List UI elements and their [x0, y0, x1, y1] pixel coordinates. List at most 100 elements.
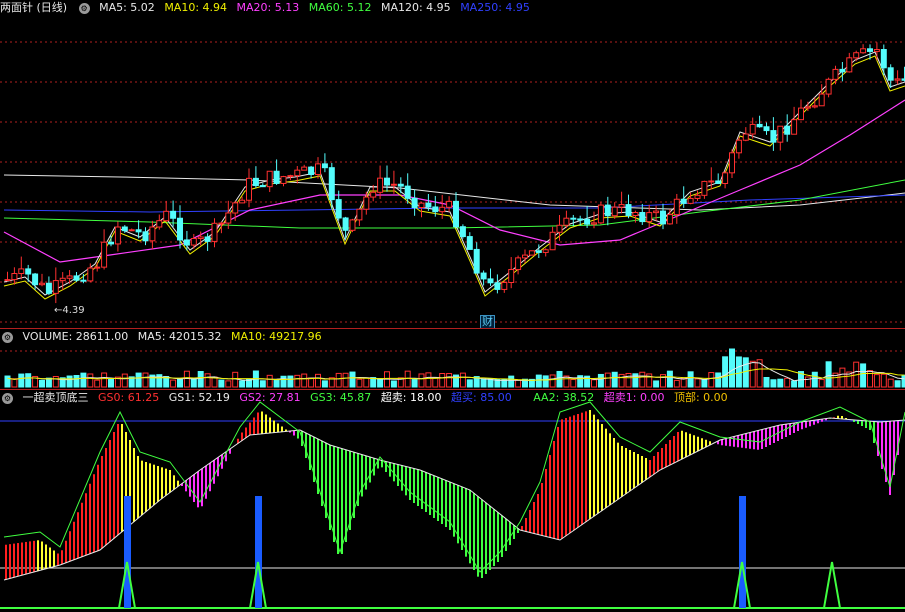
- candle-body: [611, 206, 618, 217]
- candle-body: [818, 93, 825, 107]
- candle-body: [770, 130, 777, 143]
- volume-bar: [708, 372, 715, 388]
- volume-bar: [280, 375, 287, 388]
- settings-gear-icon[interactable]: ⚙: [78, 2, 90, 14]
- candle-body: [694, 194, 701, 199]
- candle-body: [473, 248, 480, 274]
- candle-body: [411, 197, 418, 208]
- volume-bar: [39, 379, 45, 388]
- candle-body: [577, 218, 584, 221]
- finance-event-badge[interactable]: 财: [480, 315, 495, 329]
- candle-body: [660, 210, 666, 225]
- candle-body: [252, 177, 259, 187]
- candle-body: [528, 250, 535, 256]
- gs3-label: GS3: 45.87: [310, 391, 372, 404]
- candle-body: [494, 282, 501, 290]
- oversold1-label: 超卖1: 0.00: [603, 391, 665, 404]
- volume-panel[interactable]: ⚙ VOLUME: 28611.00 MA5: 42015.32 MA10: 4…: [0, 329, 905, 389]
- candle-body: [798, 107, 804, 121]
- volume-bar: [335, 372, 342, 388]
- candle-body: [232, 202, 239, 214]
- volume-bar: [321, 380, 328, 388]
- volume-bar: [218, 379, 225, 388]
- candle-body: [432, 206, 439, 213]
- oversold-label: 超卖: 18.00: [380, 391, 442, 404]
- candle-body: [535, 250, 542, 253]
- candle-body: [880, 49, 887, 69]
- ma250-label: MA250: 4.95: [460, 1, 530, 14]
- candle-body: [225, 212, 232, 224]
- signal-bar: [124, 496, 131, 608]
- volume-bar: [729, 348, 735, 388]
- candle-body: [370, 191, 377, 198]
- candle-body: [73, 275, 80, 281]
- volume-bar: [197, 371, 204, 388]
- volume-bar: [73, 375, 80, 388]
- volume-bar: [239, 380, 246, 388]
- candle-body: [94, 266, 101, 269]
- candle-body: [832, 68, 839, 80]
- candle-body: [466, 236, 473, 250]
- signal-bar: [255, 496, 262, 608]
- candle-body: [404, 185, 411, 199]
- candle-body: [266, 170, 273, 188]
- top-label: 顶部: 0.00: [673, 391, 728, 404]
- candle-body: [804, 106, 811, 109]
- candle-body: [384, 177, 390, 186]
- candle-body: [708, 180, 715, 183]
- ma5-line: [3, 51, 905, 296]
- candle-body: [390, 183, 397, 186]
- candle-body: [246, 177, 252, 201]
- volume-bar: [190, 378, 197, 388]
- volume-bar: [542, 375, 549, 388]
- volume-bar: [411, 378, 418, 388]
- volume-bar: [604, 372, 611, 388]
- candle-body: [183, 239, 190, 246]
- candle-body: [18, 268, 25, 275]
- candle-body: [763, 126, 770, 132]
- candle-body: [301, 166, 308, 171]
- candle-body: [259, 185, 266, 188]
- candlestick-chart[interactable]: [0, 0, 905, 328]
- candle-body: [66, 275, 73, 279]
- candle-body: [597, 204, 604, 224]
- candle-body: [80, 279, 87, 282]
- candle-body: [853, 52, 860, 59]
- volume-bar: [25, 373, 32, 388]
- settings-gear-icon[interactable]: ⚙: [2, 392, 13, 404]
- candle-body: [542, 249, 549, 253]
- settings-gear-icon[interactable]: ⚙: [2, 331, 13, 343]
- volume-bar: [45, 377, 52, 388]
- candle-body: [280, 176, 287, 184]
- volume-bar: [349, 371, 356, 388]
- ma120-label: MA120: 4.95: [380, 1, 451, 14]
- candle-body: [742, 133, 749, 141]
- candle-body: [867, 48, 873, 52]
- candle-body: [729, 152, 735, 174]
- volume-bar: [887, 378, 894, 388]
- volume-bar: [404, 370, 411, 388]
- volume-bar: [390, 380, 397, 388]
- volume-bar: [259, 380, 266, 388]
- volume-label: VOLUME: 28611.00: [22, 330, 129, 343]
- candle-body: [701, 180, 708, 196]
- candle-body: [321, 163, 328, 169]
- gs1-label: GS1: 52.19: [168, 391, 230, 404]
- volume-bar: [273, 379, 280, 388]
- price-panel[interactable]: 两面针 (日线) ⚙ MA5: 5.02 MA10: 4.94 MA20: 5.…: [0, 0, 905, 329]
- indicator-panel[interactable]: ⚙ 一超卖顶底三 GS0: 61.25 GS1: 52.19 GS2: 27.8…: [0, 390, 905, 612]
- candle-body: [666, 214, 673, 225]
- ma5-label: MA5: 5.02: [99, 1, 155, 14]
- candle-body: [135, 229, 142, 233]
- volume-bar: [880, 373, 887, 388]
- candle-body: [87, 267, 94, 282]
- candle-body: [52, 280, 59, 294]
- volume-bar: [301, 373, 308, 388]
- volume-bar: [687, 371, 694, 388]
- volume-bar: [356, 378, 363, 388]
- candle-body: [722, 172, 729, 184]
- candle-body: [846, 57, 853, 73]
- candle-body: [156, 220, 163, 228]
- candle-body: [646, 212, 653, 223]
- oscillator-chart[interactable]: [0, 390, 905, 612]
